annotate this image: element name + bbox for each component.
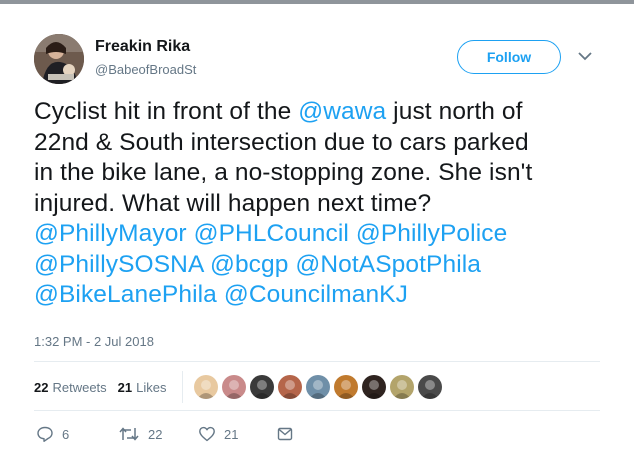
reply-action[interactable]: 6 (36, 425, 69, 443)
like-action[interactable]: 21 (198, 425, 238, 443)
tweet-text-segment (203, 251, 210, 278)
tweet-line: @PhillySOSNA @bcgp @NotASpotPhila (34, 250, 624, 281)
tweet-text-segment (217, 281, 224, 308)
mention-link[interactable]: @PhillySOSNA (34, 251, 203, 278)
direct-message-action[interactable] (276, 425, 302, 443)
heart-icon (199, 426, 215, 442)
retweet-count: 22 (148, 426, 163, 442)
avatar-bw-portrait[interactable] (250, 375, 274, 399)
avatar-colorful[interactable] (334, 375, 358, 399)
mention-link[interactable]: @PhillyPolice (356, 220, 507, 247)
tweet-text-segment: 22nd & South intersection due to cars pa… (34, 128, 529, 156)
tweet-line: in the bike lane, a no-stopping zone. Sh… (34, 158, 624, 189)
likes-label: Likes (136, 380, 167, 395)
reply-icon (37, 426, 53, 442)
tweet-text-segment: just north of (386, 98, 523, 125)
mention-link[interactable]: @bcgp (210, 251, 289, 278)
tweet-line: injured. What will happen next time? (34, 189, 624, 220)
profile-avatar[interactable] (34, 34, 84, 84)
avatar-city-skyline[interactable] (278, 375, 302, 399)
retweets-stat[interactable]: 22 Retweets (34, 380, 107, 395)
avatar-dark-portrait[interactable] (362, 375, 386, 399)
tweet-line: 22nd & South intersection due to cars pa… (34, 128, 624, 159)
avatar-outdoor[interactable] (390, 375, 414, 399)
divider (34, 410, 600, 411)
like-count: 21 (224, 426, 239, 442)
mention-link[interactable]: @PHLCouncil (194, 220, 349, 247)
avatar-couple[interactable] (222, 375, 246, 399)
tweet-text-segment: injured. What will happen next time? (34, 189, 432, 217)
likes-count: 21 (117, 380, 133, 395)
tweet-text-segment (349, 220, 356, 247)
reply-count: 6 (62, 426, 70, 442)
liker-avatars (194, 375, 446, 399)
envelope-icon (277, 427, 293, 441)
tweet-text: Cyclist hit in front of the @wawa just n… (34, 97, 624, 311)
stats-separator (182, 371, 183, 403)
tweet-text-segment: Cyclist hit in front of the (34, 98, 299, 125)
divider (34, 361, 600, 362)
retweet-icon (119, 427, 139, 441)
tweet-text-segment: in the bike lane, a no-stopping zone. Sh… (34, 159, 533, 186)
avatar-sunglasses[interactable] (418, 375, 442, 399)
top-border (0, 0, 634, 4)
likes-stat[interactable]: 21 Likes (118, 380, 167, 395)
mention-link[interactable]: @BikeLanePhila (34, 281, 217, 308)
mention-link[interactable]: @CouncilmanKJ (224, 281, 408, 308)
chevron-down-icon[interactable] (578, 51, 592, 61)
avatar-landscape[interactable] (306, 375, 330, 399)
tweet-timestamp[interactable]: 1:32 PM - 2 Jul 2018 (34, 334, 154, 349)
retweet-action[interactable]: 22 (118, 425, 162, 443)
follow-button[interactable]: Follow (457, 40, 561, 74)
mention-link[interactable]: @NotASpotPhila (295, 251, 481, 278)
retweets-label: Retweets (52, 380, 107, 395)
tweet-line: @PhillyMayor @PHLCouncil @PhillyPolice (34, 219, 624, 250)
engagement-stats: 22 Retweets 21 Likes (34, 380, 178, 395)
display-name[interactable]: Freakin Rika (95, 38, 190, 56)
tweet-line: Cyclist hit in front of the @wawa just n… (34, 97, 624, 128)
tweet-text-segment (187, 220, 194, 247)
mention-link[interactable]: @PhillyMayor (34, 220, 187, 247)
retweets-count: 22 (34, 380, 49, 395)
avatar-bearded-man[interactable] (194, 375, 218, 399)
user-handle[interactable]: @BabeofBroadSt (95, 62, 196, 77)
tweet-line: @BikeLanePhila @CouncilmanKJ (34, 280, 624, 311)
mention-link[interactable]: @wawa (298, 98, 386, 125)
